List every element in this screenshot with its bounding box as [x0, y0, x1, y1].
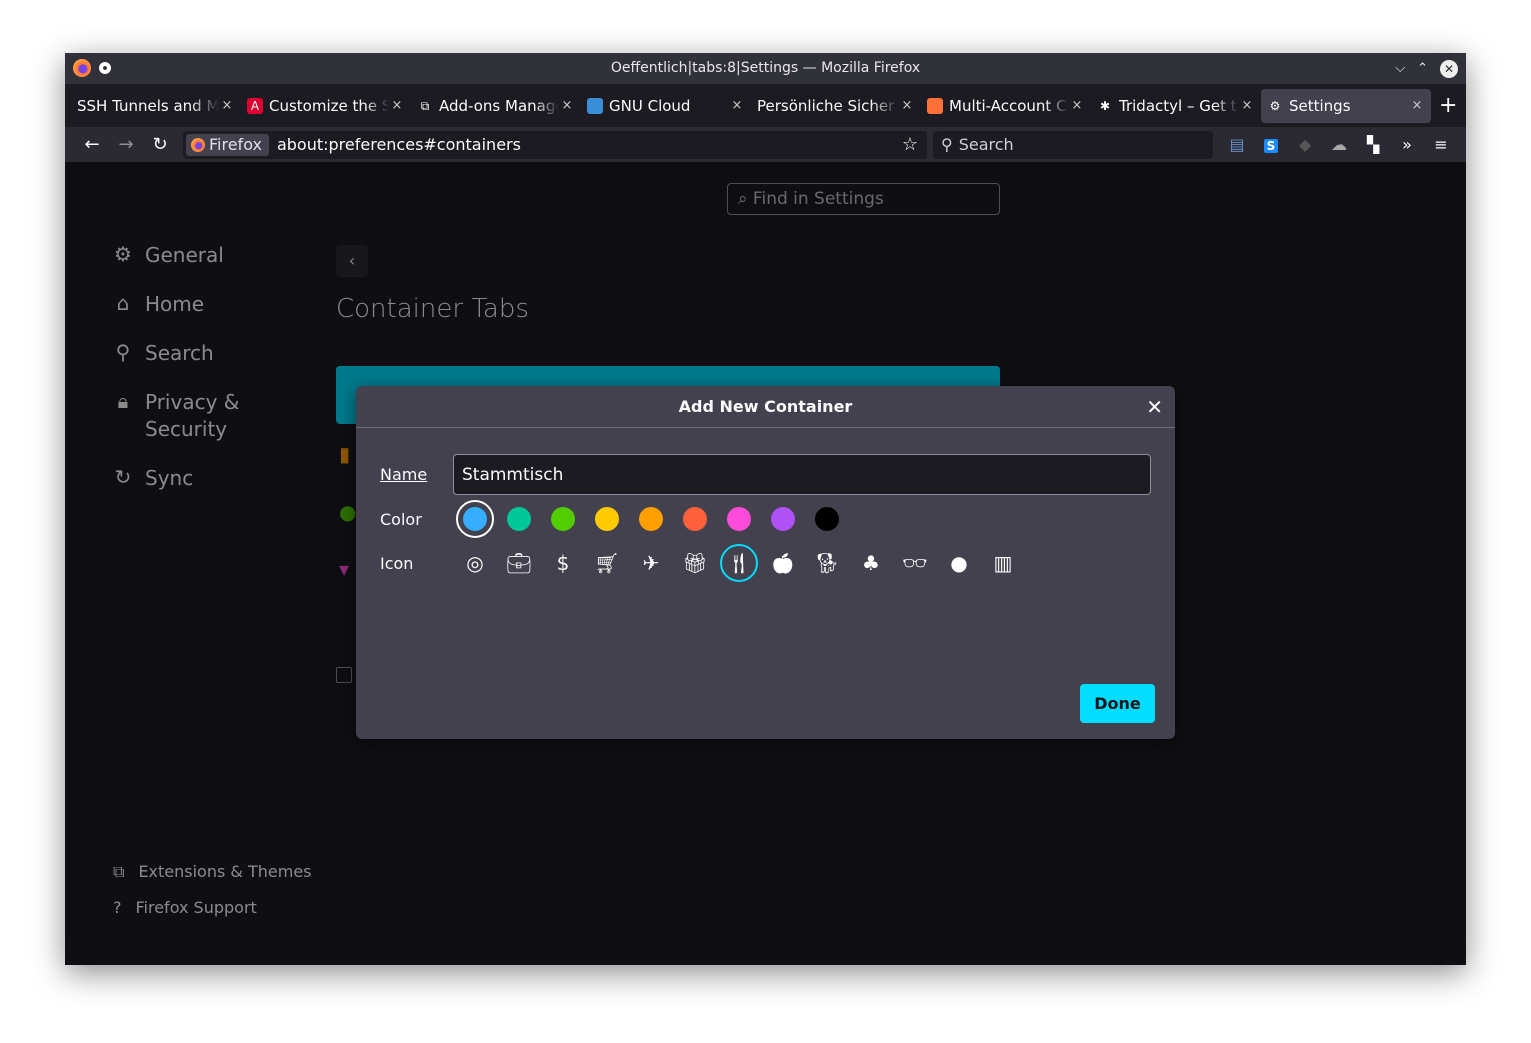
tab-7[interactable]: ⚙ Settings×	[1261, 89, 1431, 123]
turtle-extension-icon[interactable]: ☁	[1329, 135, 1349, 154]
color-swatch[interactable]	[541, 497, 585, 541]
window-menu-icon[interactable]	[99, 62, 111, 74]
color-swatch[interactable]	[585, 497, 629, 541]
tab-close-button[interactable]: ×	[559, 98, 575, 113]
maximize-button[interactable]: ⌃	[1417, 53, 1428, 84]
minimize-button[interactable]: ⌵	[1395, 53, 1405, 84]
name-input[interactable]	[453, 454, 1151, 495]
firefox-icon	[191, 138, 205, 152]
tree-icon[interactable]: ♣	[849, 541, 893, 585]
puzzle-icon: ⧉	[417, 98, 433, 114]
tab-label: Customize the S	[269, 97, 389, 115]
color-swatch[interactable]	[805, 497, 849, 541]
forward-button[interactable]: →	[109, 134, 143, 155]
tab-2[interactable]: ⧉ Add-ons Manager×	[411, 89, 581, 123]
bookmark-star-icon[interactable]: ☆	[902, 134, 918, 155]
tab-close-button[interactable]: ×	[219, 98, 235, 113]
chill-icon[interactable]: 👓︎	[893, 541, 937, 585]
tab-close-button[interactable]: ×	[389, 98, 405, 113]
disabled-extension-icon[interactable]: ◆	[1295, 135, 1315, 154]
reload-button[interactable]: ↻	[143, 134, 177, 155]
title-bar: Oeffentlich|tabs:8|Settings — Mozilla Fi…	[65, 53, 1466, 84]
tab-4[interactable]: Persönliche Sicher×	[751, 89, 921, 123]
icon-picker: ◎💼︎$🛒︎✈🎁︎🍴︎🍎︎🐕︎♣👓︎●▥	[453, 541, 1025, 585]
settings-page: ⌕ Find in Settings ⚙General⌂Home⚲Search🔒…	[65, 162, 1466, 965]
cloud-page-icon	[587, 98, 603, 114]
add-container-dialog: Add New Container ✕ Name Color Icon ◎💼︎$🛒…	[356, 386, 1175, 739]
color-swatch[interactable]	[629, 497, 673, 541]
back-button[interactable]: ←	[75, 134, 109, 155]
identity-box[interactable]: Firefox	[186, 134, 269, 156]
fence-icon[interactable]: ▥	[981, 541, 1025, 585]
save-extension-icon[interactable]: ▤	[1227, 135, 1247, 154]
tab-close-button[interactable]: ×	[1409, 98, 1425, 113]
tab-1[interactable]: A Customize the S×	[241, 89, 411, 123]
tab-close-button[interactable]: ×	[1069, 98, 1085, 113]
tab-3[interactable]: GNU Cloud×	[581, 89, 751, 123]
tab-5[interactable]: Multi-Account C×	[921, 89, 1091, 123]
url-bar[interactable]: Firefox about:preferences#containers ☆	[183, 131, 927, 159]
new-tab-button[interactable]: +	[1439, 93, 1457, 118]
name-label: Name	[380, 465, 453, 484]
color-swatch[interactable]	[717, 497, 761, 541]
dollar-icon[interactable]: $	[541, 541, 585, 585]
extensions-grid-icon[interactable]: ▚	[1363, 135, 1383, 154]
tab-label: Multi-Account C	[949, 97, 1069, 115]
tridactyl-icon: ✱	[1097, 98, 1113, 114]
vacation-icon[interactable]: ✈	[629, 541, 673, 585]
tab-close-button[interactable]: ×	[1239, 98, 1255, 113]
pet-icon[interactable]: 🐕︎	[805, 541, 849, 585]
search-bar[interactable]: ⚲ Search	[933, 131, 1213, 159]
done-button[interactable]: Done	[1080, 684, 1155, 723]
tab-label: SSH Tunnels and M	[77, 97, 219, 115]
hamburger-menu-button[interactable]: ≡	[1431, 135, 1451, 154]
gear-icon: ⚙	[1267, 98, 1283, 114]
firefox-window: Oeffentlich|tabs:8|Settings — Mozilla Fi…	[65, 53, 1466, 965]
color-label: Color	[380, 510, 453, 529]
angular-icon: A	[247, 98, 263, 114]
color-picker	[453, 497, 849, 541]
s-extension-icon[interactable]: S	[1261, 135, 1281, 154]
search-icon: ⚲	[941, 135, 953, 154]
briefcase-icon[interactable]: 💼︎	[497, 541, 541, 585]
tab-label: GNU Cloud	[609, 97, 729, 115]
search-placeholder: Search	[959, 135, 1014, 154]
tab-label: Tridactyl – Get t	[1119, 97, 1239, 115]
window-title: Oeffentlich|tabs:8|Settings — Mozilla Fi…	[611, 60, 920, 76]
color-swatch[interactable]	[761, 497, 805, 541]
gift-icon[interactable]: 🎁︎	[673, 541, 717, 585]
fruit-icon[interactable]: 🍎︎	[761, 541, 805, 585]
tab-close-button[interactable]: ×	[729, 98, 745, 113]
food-icon[interactable]: 🍴︎	[720, 544, 758, 582]
color-swatch[interactable]	[456, 500, 494, 538]
tab-close-button[interactable]: ×	[899, 98, 915, 113]
tab-label: Add-ons Manager	[439, 97, 559, 115]
dialog-title: Add New Container	[679, 397, 853, 416]
tab-label: Settings	[1289, 97, 1409, 115]
close-window-button[interactable]: ✕	[1440, 60, 1458, 78]
overflow-menu-button[interactable]: »	[1397, 135, 1417, 154]
tab-label: Persönliche Sicher	[757, 97, 899, 115]
firefox-icon	[927, 98, 943, 114]
identity-label: Firefox	[209, 135, 262, 154]
close-icon[interactable]: ✕	[1146, 386, 1163, 428]
fingerprint-icon[interactable]: ◎	[453, 541, 497, 585]
firefox-logo-icon	[73, 59, 91, 77]
tab-0[interactable]: SSH Tunnels and M×	[71, 89, 241, 123]
tab-bar: SSH Tunnels and M×ACustomize the S×⧉Add-…	[65, 84, 1466, 127]
color-swatch[interactable]	[497, 497, 541, 541]
navigation-toolbar: ← → ↻ Firefox about:preferences#containe…	[65, 127, 1466, 162]
icon-label: Icon	[380, 554, 453, 573]
circle-icon[interactable]: ●	[937, 541, 981, 585]
color-swatch[interactable]	[673, 497, 717, 541]
cart-icon[interactable]: 🛒︎	[585, 541, 629, 585]
tab-6[interactable]: ✱ Tridactyl – Get t×	[1091, 89, 1261, 123]
url-text[interactable]: about:preferences#containers	[277, 135, 902, 154]
